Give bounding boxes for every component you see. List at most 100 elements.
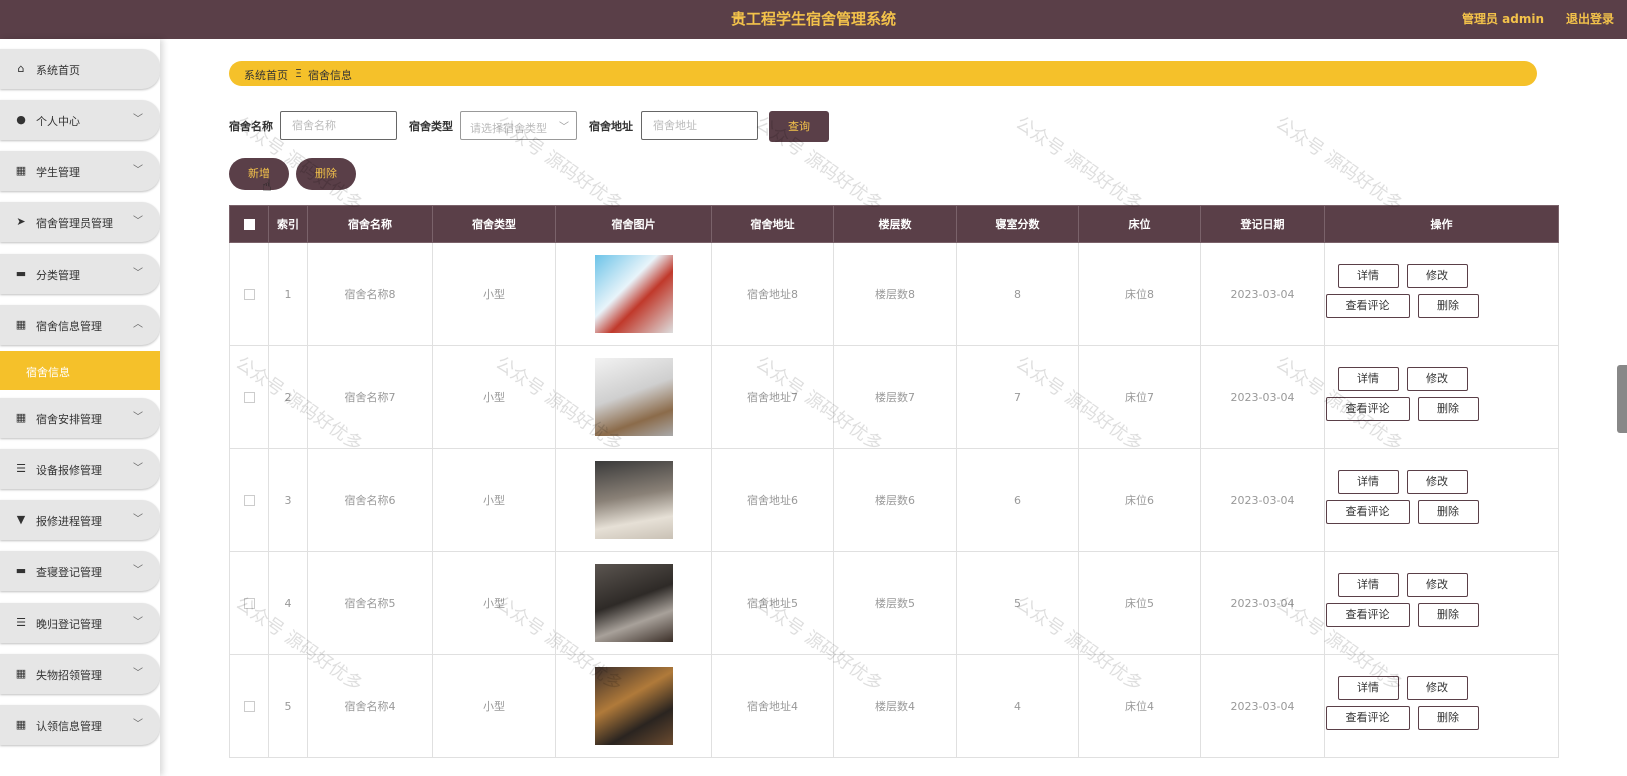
- row-actions-cell: 详情 修改查看评论 删除: [1324, 551, 1559, 655]
- row-checkbox[interactable]: [243, 495, 255, 506]
- sidebar-item[interactable]: ▦ 认领信息管理 ﹀: [0, 705, 160, 745]
- cell-date: 2023-03-04: [1200, 345, 1325, 449]
- dorm-address-input[interactable]: [641, 111, 758, 140]
- table-row: 3 宿舍名称6 小型 宿舍地址6 楼层数6 6 床位6 2023-03-04 详情 修改 查看评论删…: [229, 448, 1559, 552]
- grid-icon: ▦: [15, 718, 27, 731]
- sidebar-item[interactable]: 宿舍信息: [0, 351, 160, 390]
- select-all-checkbox[interactable]: [243, 219, 255, 230]
- dorm-type-select[interactable]: 请选择宿舍类型 ﹀: [460, 111, 577, 140]
- row-delete-button[interactable]: 删除: [1417, 500, 1479, 524]
- mouse-cursor-icon: ☝: [262, 176, 272, 195]
- sidebar-item[interactable]: ☰ 晚归登记管理 ﹀: [0, 603, 160, 643]
- row-actions-cell: 详情 修改查看评论 删除: [1324, 654, 1559, 758]
- dorm-name-input[interactable]: [280, 111, 397, 140]
- row-delete-button[interactable]: 删除: [1417, 294, 1479, 318]
- table-row: 1 宿舍名称8 小型 宿舍地址8 楼层数8 8 床位8 2023-03-04 详情 修改 查看评论删…: [229, 242, 1559, 346]
- detail-button[interactable]: 详情: [1337, 367, 1399, 391]
- view-comments-button[interactable]: 查看评论: [1325, 500, 1410, 524]
- detail-button[interactable]: 详情: [1337, 470, 1399, 494]
- row-delete-button[interactable]: 删除: [1417, 603, 1479, 627]
- watermark-text: 公众号 源码好优多: [1011, 112, 1147, 216]
- detail-button[interactable]: 详情: [1337, 676, 1399, 700]
- sidebar-item[interactable]: ▦ 学生管理 ﹀: [0, 151, 160, 191]
- chevron-down-icon: ﹀: [133, 668, 143, 679]
- view-comments-button[interactable]: 查看评论: [1325, 706, 1410, 730]
- table-header-row: 索引 宿舍名称 宿舍类型 宿舍图片 宿舍地址 楼层数 寝室分数 床位 登记日期 …: [229, 205, 1559, 243]
- cell-score: 4: [956, 654, 1079, 758]
- add-button[interactable]: 新增: [229, 158, 289, 190]
- cell-score: 7: [956, 345, 1079, 449]
- dorm-type-placeholder: 请选择宿舍类型: [470, 122, 547, 135]
- cell-index: 5: [268, 654, 308, 758]
- sidebar-item[interactable]: ● 个人中心 ﹀: [0, 100, 160, 140]
- edit-button[interactable]: 修改: [1406, 573, 1468, 597]
- dorm-image[interactable]: [594, 564, 673, 642]
- cell-date: 2023-03-04: [1200, 242, 1325, 346]
- view-comments-button[interactable]: 查看评论: [1325, 603, 1410, 627]
- row-actions: 详情 修改查看评论 删除: [1325, 264, 1558, 324]
- edit-button[interactable]: 修改: [1406, 264, 1468, 288]
- row-checkbox[interactable]: [243, 392, 255, 403]
- edit-button[interactable]: 修改: [1406, 676, 1468, 700]
- dorm-table: 索引 宿舍名称 宿舍类型 宿舍图片 宿舍地址 楼层数 寝室分数 床位 登记日期 …: [229, 205, 1559, 758]
- dorm-image[interactable]: [594, 667, 673, 745]
- sidebar-item-label: 报修进程管理: [36, 515, 102, 528]
- sidebar-item[interactable]: ▼ 报修进程管理 ﹀: [0, 500, 160, 540]
- row-delete-button[interactable]: 删除: [1417, 397, 1479, 421]
- cell-name: 宿舍名称8: [307, 242, 433, 346]
- column-header: 宿舍地址: [711, 205, 834, 243]
- row-actions: 详情 修改查看评论 删除: [1325, 470, 1558, 530]
- sidebar-item[interactable]: ⌂ 系统首页: [0, 49, 160, 89]
- chevron-down-icon: ﹀: [133, 216, 143, 227]
- sidebar-item-label: 设备报修管理: [36, 464, 102, 477]
- sidebar-item[interactable]: ➤ 宿舍管理员管理 ﹀: [0, 202, 160, 242]
- row-checkbox[interactable]: [243, 701, 255, 712]
- query-button[interactable]: 查询: [769, 111, 829, 142]
- dorm-image[interactable]: [594, 358, 673, 436]
- table-row: 2 宿舍名称7 小型 宿舍地址7 楼层数7 7 床位7 2023-03-04 详情 修改 查看评论删…: [229, 345, 1559, 449]
- sidebar-item[interactable]: ▦ 宿舍安排管理 ﹀: [0, 398, 160, 438]
- view-comments-button[interactable]: 查看评论: [1325, 397, 1410, 421]
- column-header: 床位: [1078, 205, 1201, 243]
- sidebar-item[interactable]: ▦ 宿舍信息管理 ︿: [0, 305, 160, 345]
- chevron-up-icon: ︿: [133, 319, 143, 330]
- row-select-cell: [229, 448, 269, 552]
- sidebar-item-label: 个人中心: [36, 115, 80, 128]
- sidebar-item[interactable]: ▬ 分类管理 ﹀: [0, 254, 160, 294]
- row-delete-button[interactable]: 删除: [1417, 706, 1479, 730]
- breadcrumb-home[interactable]: 系统首页: [244, 67, 288, 83]
- sidebar-item-label: 宿舍信息管理: [36, 320, 102, 333]
- column-header: 宿舍图片: [555, 205, 712, 243]
- sidebar-item[interactable]: ▬ 查寝登记管理 ﹀: [0, 551, 160, 591]
- cell-name: 宿舍名称7: [307, 345, 433, 449]
- list-icon: ☰: [16, 462, 26, 475]
- sidebar-item-label: 宿舍信息: [26, 366, 70, 379]
- view-comments-button[interactable]: 查看评论: [1325, 294, 1410, 318]
- printer-icon: ▬: [15, 564, 27, 577]
- edit-button[interactable]: 修改: [1406, 470, 1468, 494]
- sidebar-item-label: 宿舍安排管理: [36, 413, 102, 426]
- chevron-down-icon: ﹀: [133, 268, 143, 279]
- side-scroll-handle[interactable]: [1617, 365, 1627, 433]
- dorm-image[interactable]: [594, 255, 673, 333]
- sidebar-item-label: 宿舍管理员管理: [36, 217, 113, 230]
- row-checkbox[interactable]: [243, 289, 255, 300]
- cell-date: 2023-03-04: [1200, 551, 1325, 655]
- logout-link[interactable]: 退出登录: [1566, 10, 1614, 27]
- breadcrumb-current: 宿舍信息: [308, 69, 352, 82]
- detail-button[interactable]: 详情: [1337, 264, 1399, 288]
- cell-score: 5: [956, 551, 1079, 655]
- column-header: 宿舍类型: [432, 205, 556, 243]
- sidebar-item[interactable]: ▦ 失物招领管理 ﹀: [0, 654, 160, 694]
- edit-button[interactable]: 修改: [1406, 367, 1468, 391]
- row-checkbox[interactable]: [243, 598, 255, 609]
- batch-delete-button[interactable]: 删除: [296, 158, 356, 190]
- row-actions-cell: 详情 修改查看评论 删除: [1324, 448, 1559, 552]
- cell-name: 宿舍名称4: [307, 654, 433, 758]
- sidebar-item[interactable]: ☰ 设备报修管理 ﹀: [0, 449, 160, 489]
- cell-type: 小型: [432, 551, 556, 655]
- dorm-image[interactable]: [594, 461, 673, 539]
- grid-icon: ▦: [15, 164, 27, 177]
- detail-button[interactable]: 详情: [1337, 573, 1399, 597]
- column-header: 登记日期: [1200, 205, 1325, 243]
